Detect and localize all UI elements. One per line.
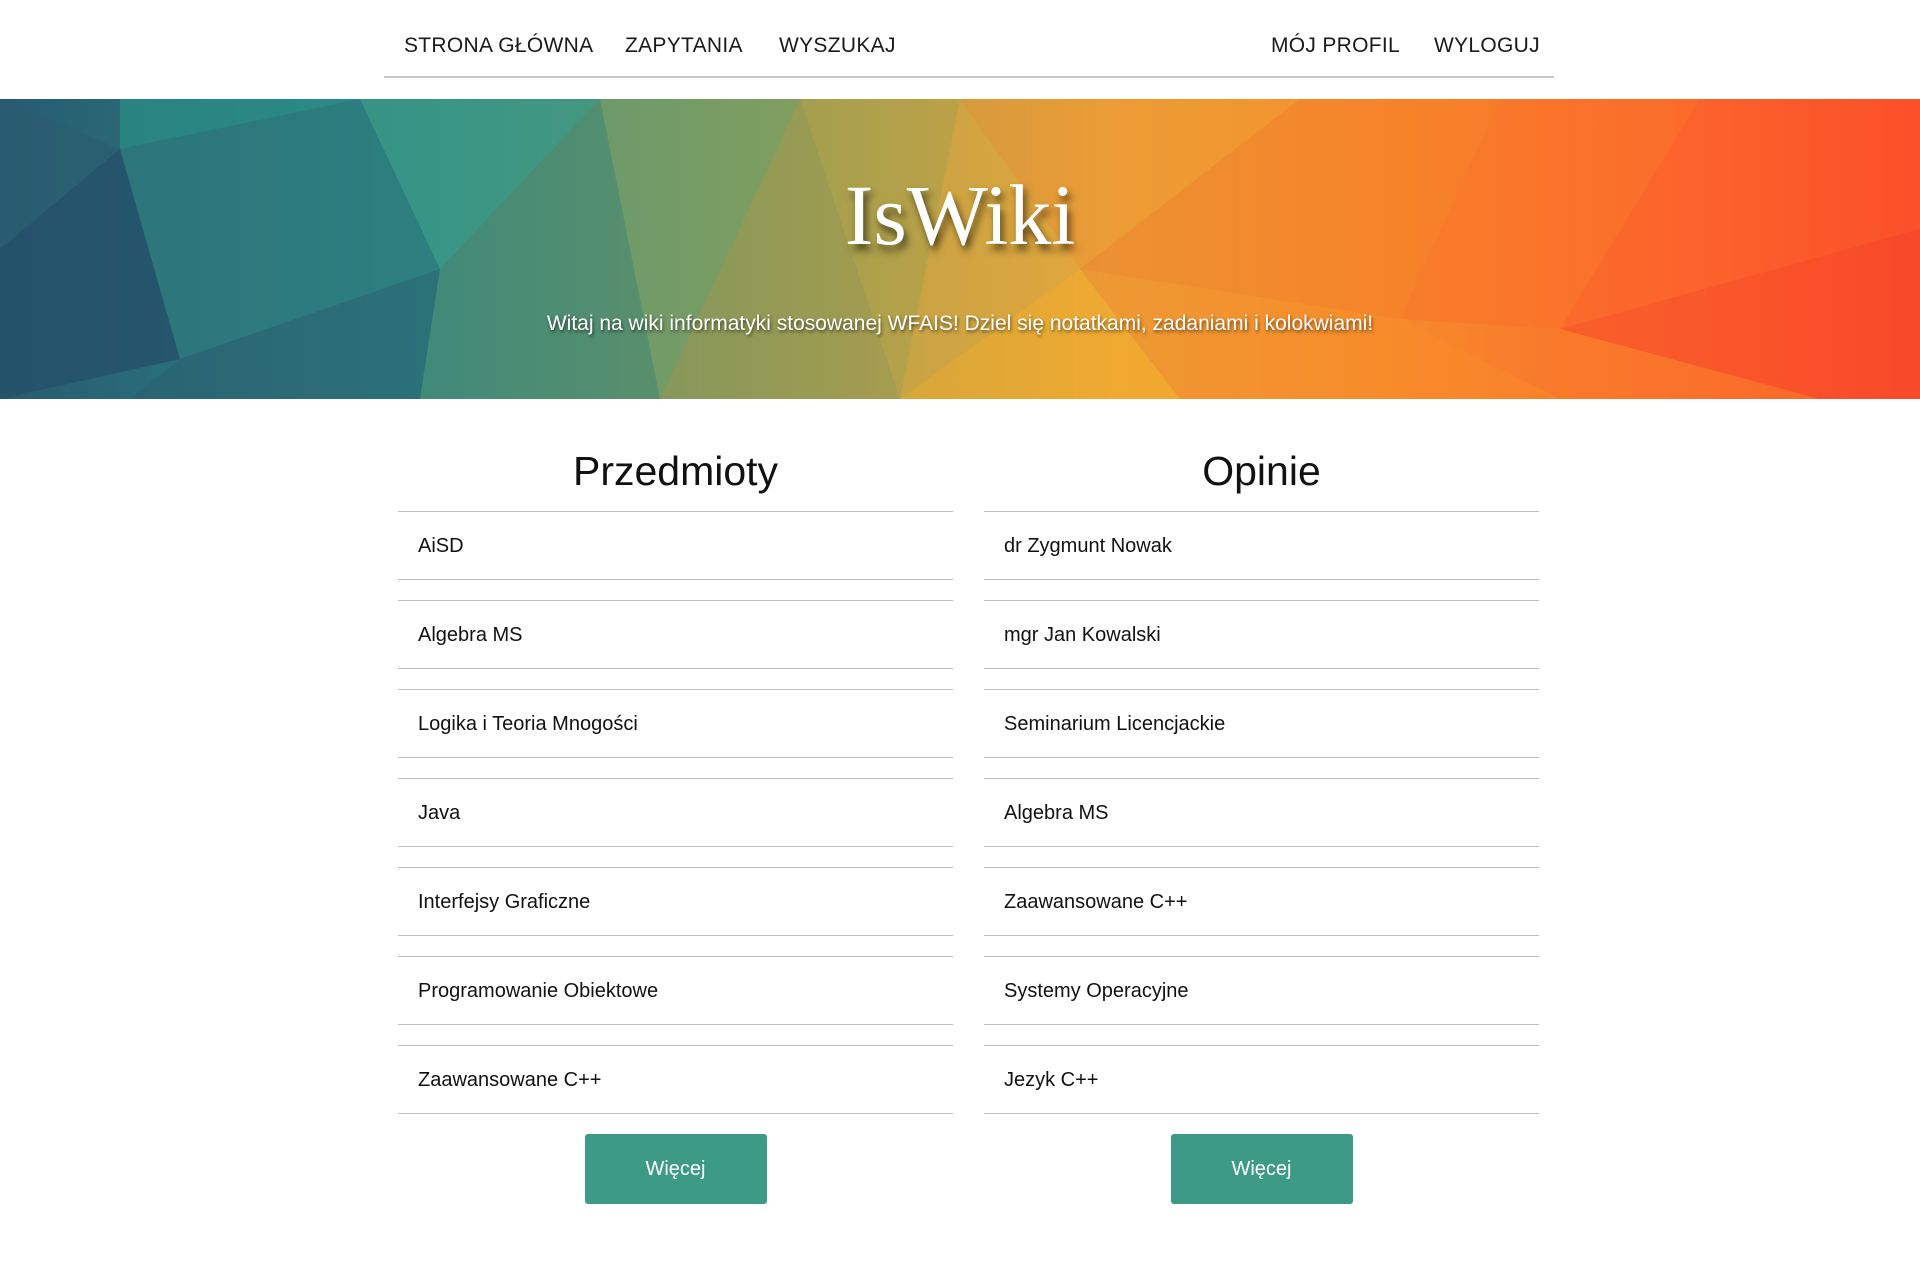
subjects-heading: Przedmioty [398, 440, 953, 512]
list-divider [984, 669, 1539, 690]
list-divider [984, 936, 1539, 957]
list-divider [398, 758, 953, 779]
opinion-item[interactable]: mgr Jan Kowalski [984, 601, 1539, 669]
list-divider [398, 580, 953, 601]
subject-item[interactable]: Algebra MS [398, 601, 953, 669]
nav-logout-link[interactable]: WYLOGUJ [1434, 34, 1540, 58]
opinions-list: dr Zygmunt Nowak mgr Jan Kowalski Semina… [984, 512, 1539, 1114]
next-section-heading-fragment [398, 1262, 798, 1281]
site-tagline: Witaj na wiki informatyki stosowanej WFA… [546, 312, 1374, 335]
site-title: IsWiki [844, 167, 1076, 263]
nav-queries-link[interactable]: ZAPYTANIA [625, 34, 743, 58]
subject-item[interactable]: Logika i Teoria Mnogości [398, 690, 953, 758]
top-navigation: STRONA GŁÓWNA ZAPYTANIA WYSZUKAJ MÓJ PRO… [384, 0, 1554, 78]
hero-banner: IsWiki Witaj na wiki informatyki stosowa… [0, 99, 1920, 399]
subject-item[interactable]: Zaawansowane C++ [398, 1046, 953, 1114]
subject-item[interactable]: Java [398, 779, 953, 847]
nav-home-link[interactable]: STRONA GŁÓWNA [404, 34, 593, 58]
opinions-more-button[interactable]: Więcej [1170, 1134, 1353, 1204]
next-section-heading-peek [398, 1262, 798, 1281]
opinion-item[interactable]: dr Zygmunt Nowak [984, 512, 1539, 580]
list-divider [984, 758, 1539, 779]
opinions-section: Opinie dr Zygmunt Nowak mgr Jan Kowalski… [984, 440, 1539, 1204]
subject-item[interactable]: Interfejsy Graficzne [398, 868, 953, 936]
opinions-heading: Opinie [984, 440, 1539, 512]
subject-item[interactable]: AiSD [398, 512, 953, 580]
opinion-item[interactable]: Systemy Operacyjne [984, 957, 1539, 1025]
subject-item[interactable]: Programowanie Obiektowe [398, 957, 953, 1025]
nav-my-profile-link[interactable]: MÓJ PROFIL [1271, 34, 1400, 58]
list-divider [398, 669, 953, 690]
subjects-list: AiSD Algebra MS Logika i Teoria Mnogości… [398, 512, 953, 1114]
opinion-item[interactable]: Algebra MS [984, 779, 1539, 847]
list-divider [398, 936, 953, 957]
opinion-item[interactable]: Jezyk C++ [984, 1046, 1539, 1114]
subjects-more-button[interactable]: Więcej [584, 1134, 767, 1204]
opinion-item[interactable]: Zaawansowane C++ [984, 868, 1539, 936]
list-divider [984, 847, 1539, 868]
subjects-section: Przedmioty AiSD Algebra MS Logika i Teor… [398, 440, 953, 1204]
list-divider [984, 580, 1539, 601]
list-divider [398, 1025, 953, 1046]
list-divider [398, 847, 953, 868]
opinion-item[interactable]: Seminarium Licencjackie [984, 690, 1539, 758]
list-divider [984, 1025, 1539, 1046]
nav-search-link[interactable]: WYSZUKAJ [779, 34, 896, 58]
